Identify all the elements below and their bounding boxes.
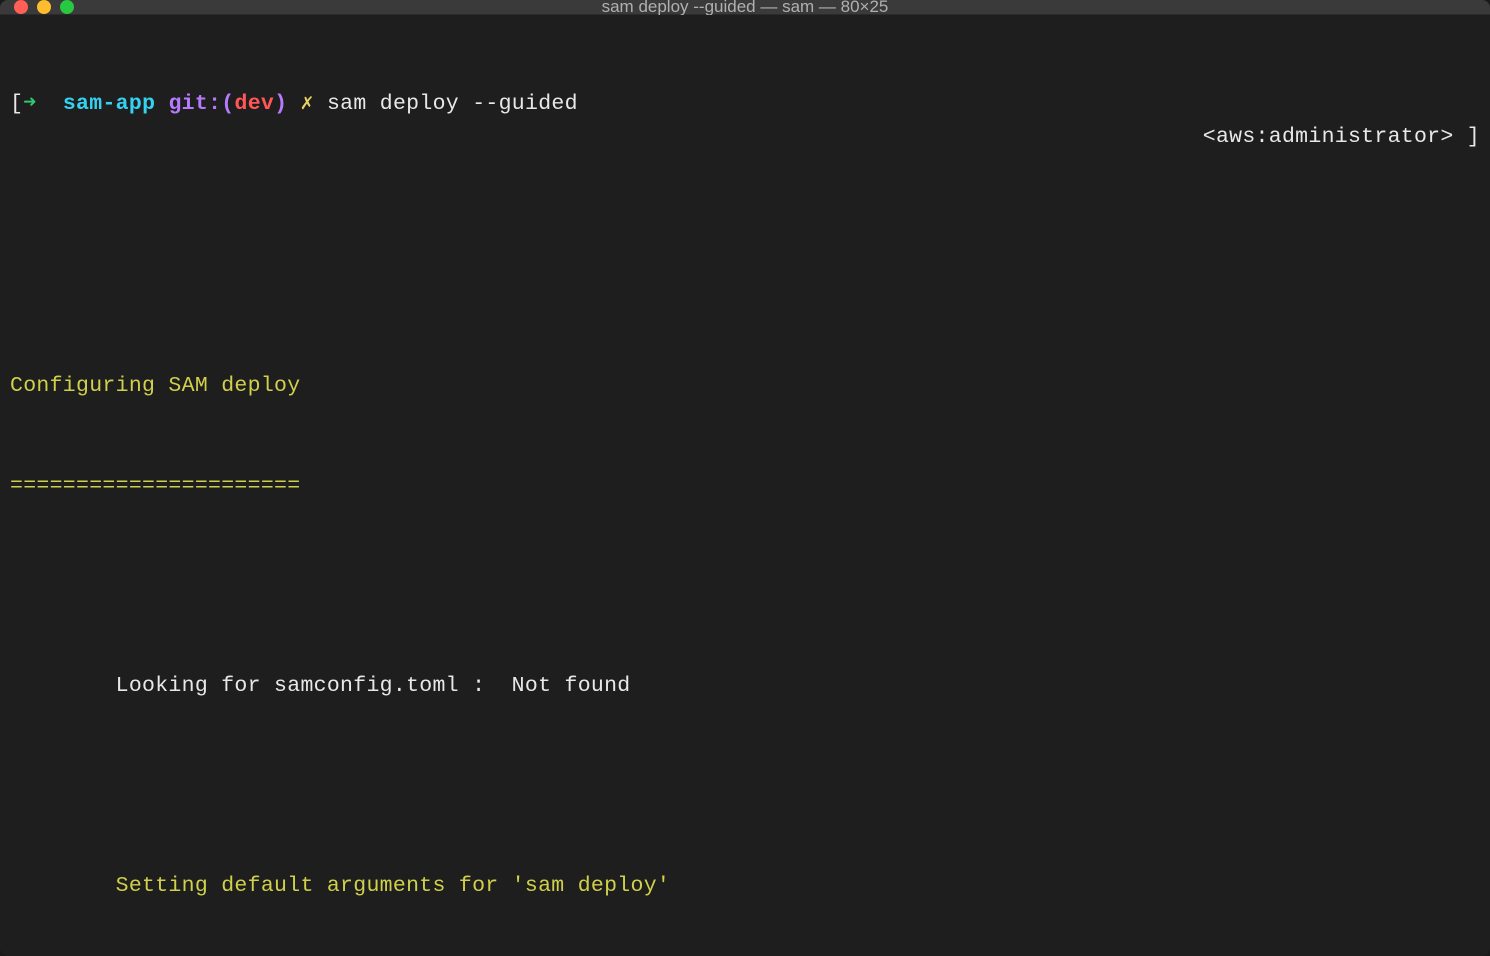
maximize-button[interactable] — [60, 0, 74, 14]
looking-config-line: Looking for samconfig.toml : Not found — [10, 670, 1480, 703]
blank-line — [10, 570, 1480, 603]
titlebar[interactable]: sam deploy --guided — sam — 80×25 — [0, 0, 1490, 15]
git-paren-close: ) — [274, 88, 287, 121]
git-dirty-icon: ✗ — [301, 88, 314, 121]
git-label: git: — [168, 88, 221, 121]
blank-line — [10, 270, 1480, 303]
window-controls — [14, 0, 74, 14]
blank-line — [10, 770, 1480, 803]
terminal-window: sam deploy --guided — sam — 80×25 [➜ sam… — [0, 0, 1490, 956]
minimize-button[interactable] — [37, 0, 51, 14]
git-paren-open: ( — [221, 88, 234, 121]
config-header: Configuring SAM deploy — [10, 370, 1480, 403]
close-button[interactable] — [14, 0, 28, 14]
terminal-content[interactable]: [➜ sam-app git:(dev) ✗ sam deploy --guid… — [0, 15, 1490, 956]
git-branch: dev — [235, 88, 275, 121]
prompt-path: sam-app — [63, 88, 155, 121]
aws-context: <aws:administrator> — [1203, 125, 1454, 149]
prompt-arrow-icon: ➜ — [23, 88, 36, 121]
config-divider: ====================== — [10, 470, 1480, 503]
scrollbar[interactable] — [1472, 55, 1486, 956]
bracket-open: [ — [10, 88, 23, 121]
prompt-line: [➜ sam-app git:(dev) ✗ sam deploy --guid… — [10, 88, 1480, 188]
defaults-header: Setting default arguments for 'sam deplo… — [10, 870, 1480, 903]
command-text: sam deploy --guided — [327, 88, 578, 121]
